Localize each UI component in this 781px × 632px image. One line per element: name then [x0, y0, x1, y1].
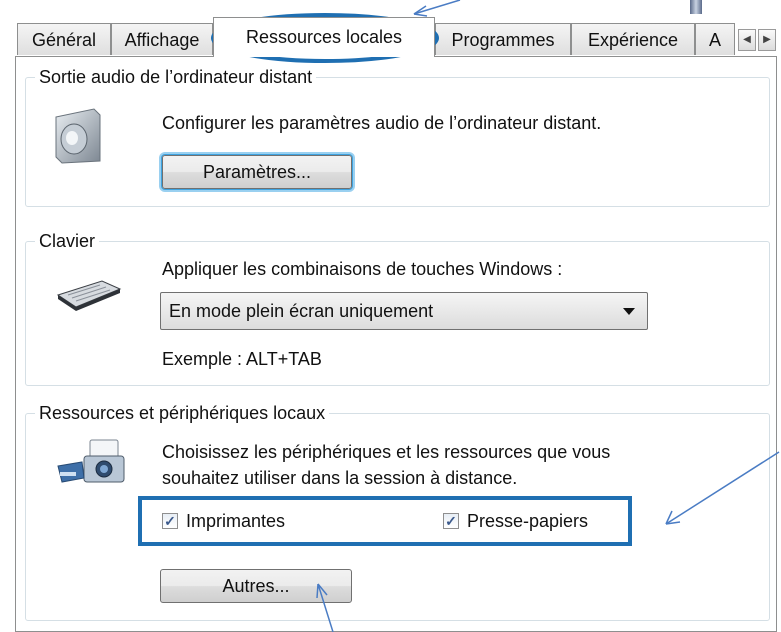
tab-label: Général [31, 30, 97, 50]
local-resources-description-line1: Choisissez les périphériques et les ress… [162, 442, 611, 462]
tab-experience[interactable]: Expérience [571, 23, 695, 55]
audio-group-title: Sortie audio de l’ordinateur distant [35, 66, 317, 88]
tab-strip: Général Affichage Ressources locales Pro… [0, 0, 781, 57]
windows-keys-select[interactable]: En mode plein écran uniquement [160, 292, 648, 330]
window-icon-fragment [690, 0, 702, 14]
keyboard-example: Exemple : ALT+TAB [162, 349, 322, 369]
audio-description: Configurer les paramètres audio de l’ord… [162, 113, 602, 133]
tab-label: Expérience [587, 30, 679, 50]
tab-label: Affichage [124, 30, 200, 50]
tab-scroll-right-button[interactable]: ▶ [758, 29, 776, 51]
tab-label: Ressources locales [245, 27, 403, 47]
local-resources-description-line2: souhaitez utiliser dans la session à dis… [162, 468, 518, 488]
chevron-down-icon [623, 308, 635, 315]
tab-scroll-left-button[interactable]: ◀ [738, 29, 756, 51]
audio-settings-button[interactable]: Paramètres... [162, 155, 352, 189]
annotation-arrowhead-top [413, 5, 428, 17]
local-resources-group-title: Ressources et périphériques locaux [35, 402, 330, 424]
tab-programmes[interactable]: Programmes [435, 23, 571, 55]
annotation-arrow-top [413, 0, 461, 15]
keyboard-icon [56, 277, 122, 311]
checkbox-highlight-box [138, 496, 632, 546]
keyboard-group-title: Clavier [35, 230, 100, 252]
tab-ressources-locales[interactable]: Ressources locales [213, 17, 435, 57]
windows-keys-select-value: En mode plein écran uniquement [169, 301, 434, 321]
keyboard-description: Appliquer les combinaisons de touches Wi… [162, 259, 563, 279]
tab-label: Programmes [451, 30, 555, 50]
more-devices-button[interactable]: Autres... [160, 569, 352, 603]
tab-label: A [709, 30, 722, 50]
devices-icon [56, 438, 126, 486]
tab-advanced-partial[interactable]: A [695, 23, 735, 55]
tab-affichage[interactable]: Affichage [111, 23, 213, 55]
speaker-icon [50, 107, 104, 165]
audio-group [25, 77, 770, 207]
tab-general[interactable]: Général [17, 23, 111, 55]
